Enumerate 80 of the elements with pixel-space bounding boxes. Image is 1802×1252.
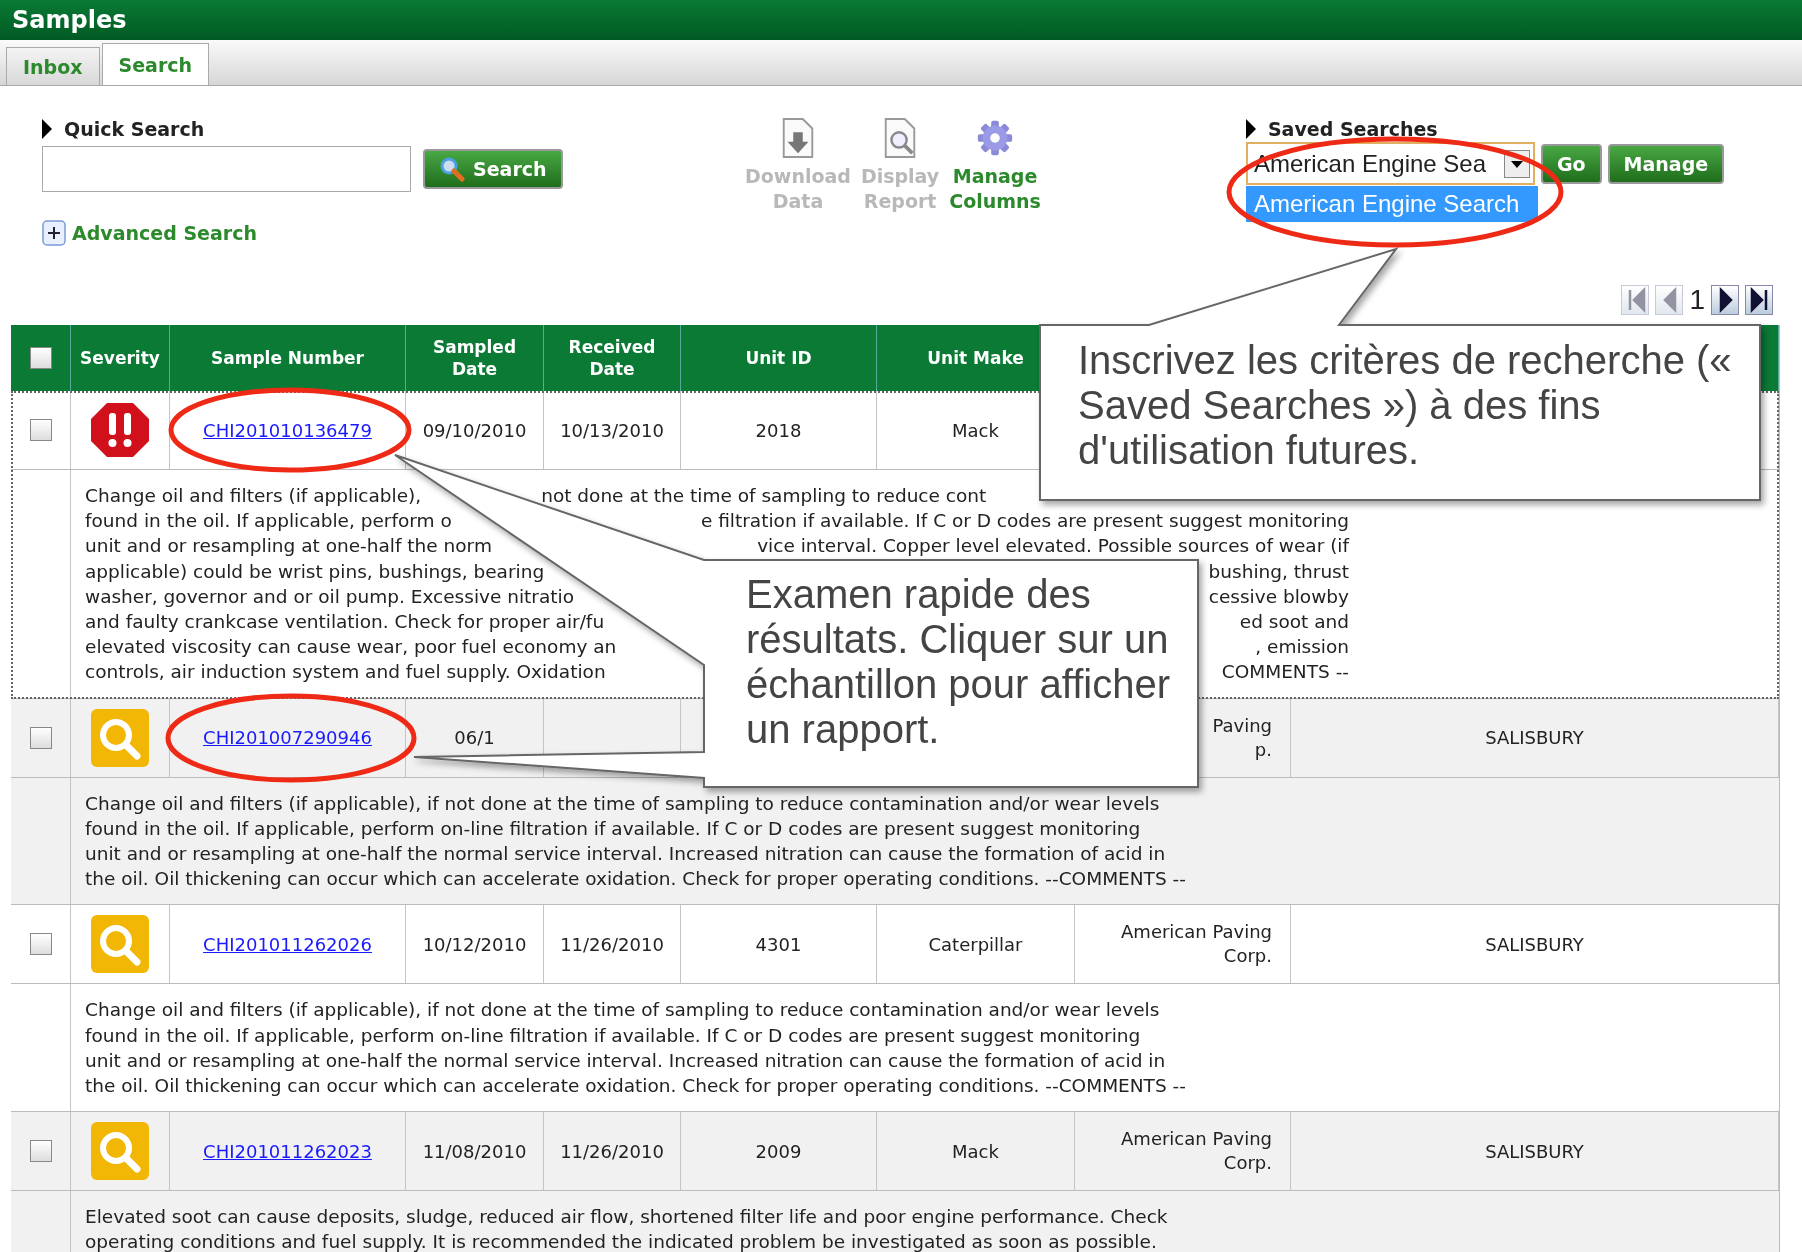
- advanced-search-link[interactable]: Advanced Search: [72, 222, 257, 244]
- table-cell: 10/13/2010: [560, 419, 664, 441]
- alert-octagon-icon: [89, 401, 151, 459]
- table-cell: 2009: [755, 1140, 802, 1162]
- comment-text: Change oil and filters (if applicable), if not done at the time of sampling to reduce contamination and/or wear levels found in the oil. If applicable, perform on-line filtration if available. If C or D codes are present suggest monitoring unit and or resampling at one-half the normal service interval. Increased nitration can cause the formation of acid in the oil. Oil thickening can occur which can accelerate oxidation. Check for proper operating conditions. --COMMENTS --: [84, 998, 1187, 1099]
- comment-text: vice interval. Copper level elevated. Possible sources of wear (if: [757, 534, 1349, 559]
- table-cell: 10/12/2010: [422, 933, 527, 955]
- comment-text: e filtration if available. If C or D codes are present suggest monitoring: [700, 509, 1349, 534]
- comment-text: cessive blowby: [1208, 584, 1349, 609]
- tooltip-text: Inscrivez les critères de recherche (« Saved Searches ») à des fins d'utilisation futures.: [1078, 338, 1733, 473]
- comment-text: COMMENTS --: [1221, 660, 1349, 685]
- column-header[interactable]: Unit Make: [927, 347, 1024, 369]
- comment-text: Elevated soot can cause deposits, sludge, reduced air flow, shortened filter life and poor engine performance. Check operating conditions and fuel supply. It is recommended the indicated problem be investigated as soon as possible.: [84, 1205, 1169, 1252]
- dropdown-option[interactable]: American Engine Search: [1245, 186, 1538, 222]
- page-number: 1: [1689, 284, 1705, 316]
- checkbox[interactable]: [29, 933, 52, 956]
- table-cell: 11/26/2010: [560, 933, 664, 955]
- table-cell: American Paving Corp.: [1121, 1127, 1272, 1176]
- manage-button[interactable]: Manage: [1607, 143, 1725, 184]
- sample-link[interactable]: CHI201010136479: [203, 419, 372, 441]
- comment-text: washer, governor and or oil pump. Excessive nitratio: [85, 584, 574, 609]
- checkbox[interactable]: [29, 726, 52, 749]
- comment-text: bushing, thrust: [1208, 559, 1349, 584]
- pager-button[interactable]: [1711, 285, 1739, 315]
- checkbox[interactable]: [29, 347, 52, 369]
- magnifier-icon: [89, 1122, 151, 1181]
- column-header[interactable]: Severity: [80, 347, 160, 369]
- triangle-icon: [42, 119, 52, 139]
- comment-text: elevated viscosity can cause wear, poor fuel economy an: [85, 635, 617, 660]
- comment-text: found in the oil. If applicable, perform o: [85, 509, 452, 534]
- comment-text: controls, air induction system and fuel supply. Oxidation: [85, 660, 606, 685]
- column-header[interactable]: Sample Number: [211, 347, 364, 369]
- sample-link[interactable]: CHI201011262023: [203, 1140, 372, 1162]
- pager-button[interactable]: [1745, 285, 1773, 315]
- comment-text: applicable) could be wrist pins, bushings, bearing: [85, 559, 545, 584]
- triangle-icon: [1245, 119, 1256, 139]
- comment-text: and faulty crankcase ventilation. Check for proper air/fu: [85, 610, 605, 634]
- table-cell: 2018: [755, 419, 802, 441]
- table-cell: 11/26/2010: [560, 1140, 664, 1162]
- table-cell: 11/08/2010: [422, 1140, 527, 1162]
- table-cell: Caterpillar: [928, 933, 1023, 955]
- comment-text: unit and or resampling at one-half the norm: [85, 534, 492, 559]
- table-cell: 4301: [755, 933, 802, 955]
- comment-text: Change oil and filters (if applicable),: [85, 484, 422, 508]
- column-header[interactable]: Received Date: [554, 336, 670, 380]
- section-label: Quick Search: [64, 118, 205, 140]
- tooltip-text: Examen rapide des résultats. Cliquer sur un échantillon pour afficher un rapport.: [746, 572, 1171, 752]
- sample-link[interactable]: CHI201011262026: [203, 933, 372, 955]
- checkbox[interactable]: [29, 419, 52, 441]
- saved-search-dropdown[interactable]: American Engine Sea: [1245, 142, 1535, 185]
- column-header[interactable]: Sampled Date: [416, 336, 533, 380]
- result-row[interactable]: [11, 1112, 1779, 1252]
- comment-text: , emission: [1255, 635, 1349, 660]
- search-button[interactable]: Search: [423, 149, 563, 189]
- table-cell: Mack: [952, 1140, 999, 1162]
- tab[interactable]: Inbox: [6, 47, 100, 85]
- table-cell: SALISBURY: [1485, 1140, 1584, 1162]
- column-header[interactable]: Unit ID: [745, 347, 812, 369]
- comment-text: ed soot and: [1239, 610, 1349, 634]
- table-cell: SALISBURY: [1485, 933, 1584, 955]
- window-title: Samples: [0, 0, 1802, 40]
- table-cell: 06/1: [454, 727, 495, 749]
- magnifier-icon: [89, 915, 151, 974]
- go-button[interactable]: Go: [1540, 143, 1602, 184]
- search-icon: [439, 156, 465, 182]
- magnifier-icon: [89, 708, 151, 767]
- comment-text: not done at the time of sampling to reduce cont: [541, 484, 987, 508]
- plus-icon[interactable]: [42, 220, 66, 246]
- search-field[interactable]: [42, 146, 411, 192]
- comment-text: Change oil and filters (if applicable), if not done at the time of sampling to reduce contamination and/or wear levels found in the oil. If applicable, perform on-line filtration if available. If C or D codes are present suggest monitoring unit and or resampling at one-half the normal service interval. Increased nitration can cause the formation of acid in the oil. Oil thickening can occur which can accelerate oxidation. Check for proper operating conditions. --COMMENTS --: [84, 791, 1187, 892]
- table-cell: American Paving Corp.: [1121, 920, 1272, 969]
- table-cell: SALISBURY: [1485, 727, 1584, 749]
- section-label: Saved Searches: [1267, 118, 1438, 140]
- table-cell: 09/10/2010: [422, 419, 527, 441]
- sample-link[interactable]: CHI201007290946: [203, 727, 372, 749]
- toolbar-button[interactable]: Manage Columns: [949, 116, 1041, 290]
- table-cell: Paving p.: [1212, 713, 1272, 762]
- tab[interactable]: Search: [101, 43, 210, 85]
- table-cell: Mack: [952, 419, 999, 441]
- checkbox[interactable]: [29, 1140, 52, 1163]
